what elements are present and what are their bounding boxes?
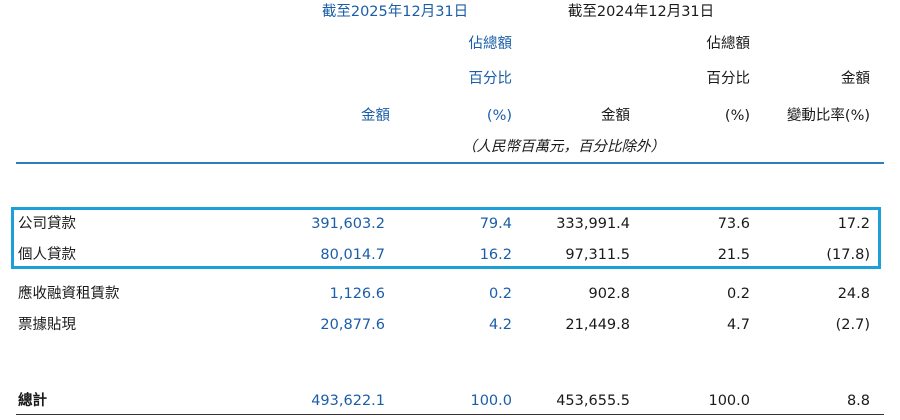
row-amt-2025: 20,877.6	[320, 317, 385, 333]
col-2025-pct-line2: 百分比	[468, 71, 513, 87]
row-amt-2025: 391,603.2	[311, 216, 385, 232]
row-change: (17.8)	[826, 247, 870, 263]
row-change: (2.7)	[835, 317, 870, 333]
row-change: 17.2	[837, 216, 870, 232]
row-pct-2025: 0.2	[488, 286, 512, 302]
col-2025-pct-line3: (%)	[486, 108, 512, 124]
row-label: 票據貼現	[18, 317, 76, 333]
total-amt-2025: 493,622.1	[311, 393, 385, 409]
total-change: 8.8	[846, 393, 870, 409]
row-amt-2024: 333,991.4	[556, 216, 630, 232]
unit-note: （人民幣百萬元，百分比除外）	[462, 139, 665, 155]
row-pct-2024: 0.2	[726, 286, 750, 302]
row-label: 個人貸款	[18, 247, 76, 263]
col-change-line1: 金額	[841, 71, 870, 87]
col-2025-amount: 金額	[361, 108, 390, 124]
header-rule	[16, 162, 884, 164]
row-pct-2024: 4.7	[726, 317, 750, 333]
total-rule	[16, 414, 884, 415]
col-2025-pct-line1: 佔總額	[468, 36, 513, 52]
row-amt-2024: 21,449.8	[565, 317, 630, 333]
total-pct-2025: 100.0	[470, 393, 512, 409]
col-2024-amount: 金額	[601, 108, 630, 124]
col-change-line2: 變動比率(%)	[786, 108, 870, 124]
row-amt-2025: 1,126.6	[329, 286, 385, 302]
period-2025-header: 截至2025年12月31日	[321, 4, 469, 20]
row-amt-2024: 902.8	[588, 286, 630, 302]
col-2024-pct-line1: 佔總額	[706, 36, 751, 52]
row-label: 公司貸款	[18, 216, 76, 232]
row-pct-2025: 79.4	[479, 216, 512, 232]
col-2024-pct-line3: (%)	[724, 108, 750, 124]
row-amt-2025: 80,014.7	[320, 247, 385, 263]
col-2024-pct-line2: 百分比	[706, 71, 751, 87]
row-pct-2025: 4.2	[488, 317, 512, 333]
total-amt-2024: 453,655.5	[556, 393, 630, 409]
row-change: 24.8	[837, 286, 870, 302]
row-pct-2024: 21.5	[717, 247, 750, 263]
row-label: 應收融資租賃款	[18, 286, 120, 302]
row-amt-2024: 97,311.5	[565, 247, 630, 263]
total-pct-2024: 100.0	[708, 393, 750, 409]
period-2024-header: 截至2024年12月31日	[567, 4, 715, 20]
total-label: 總計	[18, 393, 47, 409]
row-pct-2024: 73.6	[717, 216, 750, 232]
row-pct-2025: 16.2	[479, 247, 512, 263]
